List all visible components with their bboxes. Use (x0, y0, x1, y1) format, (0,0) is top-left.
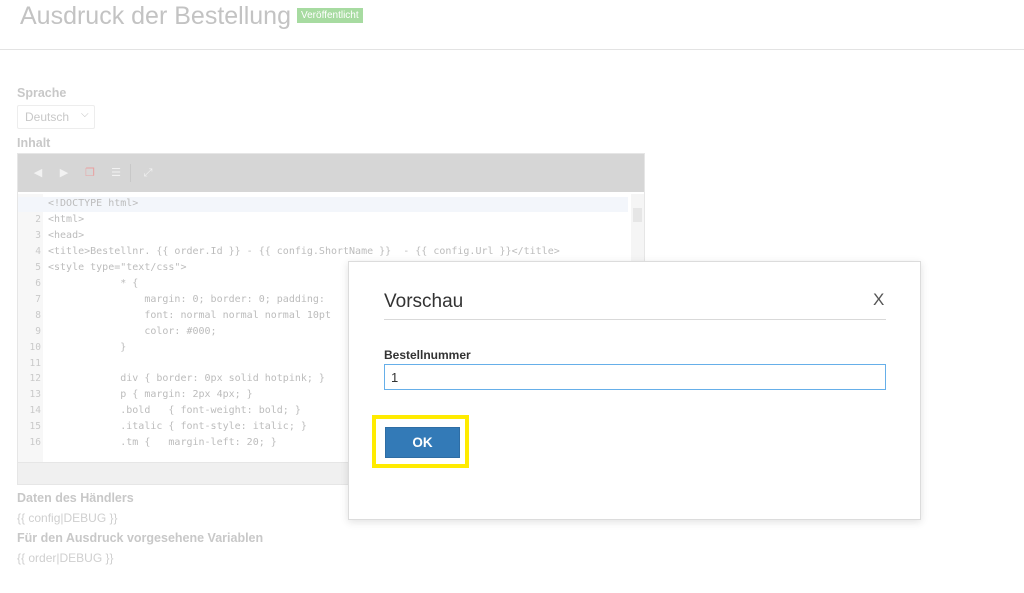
scrollbar-thumb[interactable] (633, 208, 642, 222)
order-number-input[interactable] (384, 364, 886, 390)
redo-icon[interactable]: ▶ (54, 163, 74, 183)
line-number: 2 (35, 213, 41, 225)
code-line: <html> (48, 213, 85, 225)
code-line: .italic { font-style: italic; } (48, 421, 307, 433)
code-line: p { margin: 2px 4px; } (48, 389, 253, 401)
line-number: 8 (35, 309, 41, 321)
code-line: font: normal normal normal 10pt (48, 309, 331, 321)
line-number: 15 (29, 421, 41, 433)
code-line: color: #000; (48, 325, 217, 337)
dealer-data-value: {{ config|DEBUG }} (17, 511, 118, 525)
line-number: 3 (35, 229, 41, 241)
line-number: 16 (29, 437, 41, 449)
language-label: Sprache (17, 86, 67, 100)
modal-divider (384, 319, 886, 320)
code-line: } (48, 341, 127, 353)
line-number: 5 (35, 261, 41, 273)
line-number: 9 (35, 325, 41, 337)
editor-toolbar: ◀ ▶ ❐ ☰ ⤢ (18, 154, 644, 192)
code-line: <style type="text/css"> (48, 261, 187, 273)
fullscreen-icon[interactable]: ⤢ (138, 163, 158, 183)
status-badge: Veröffentlicht (297, 8, 363, 23)
code-line: <title>Bestellnr. {{ order.Id }} - {{ co… (48, 245, 560, 257)
line-number: 4 (35, 245, 41, 257)
code-line: margin: 0; border: 0; padding: (48, 293, 325, 305)
line-gutter: 12345678910111213141516 (18, 194, 43, 462)
print-variables-label: Für den Ausdruck vorgesehene Variablen (17, 531, 264, 545)
line-number: 12 (29, 373, 41, 385)
code-line: * { (48, 277, 139, 289)
undo-icon[interactable]: ◀ (28, 163, 48, 183)
line-number: 7 (35, 293, 41, 305)
code-line: <!DOCTYPE html> (48, 198, 139, 209)
close-icon[interactable]: X (873, 290, 884, 310)
line-number: 10 (29, 341, 41, 353)
preview-icon[interactable]: ❐ (80, 163, 100, 183)
format-icon[interactable]: ☰ (106, 163, 126, 183)
code-line: .bold { font-weight: bold; } (48, 405, 301, 417)
line-number: 14 (29, 405, 41, 417)
page-title: Ausdruck der Bestellung (20, 2, 291, 30)
line-number: 11 (29, 357, 41, 369)
modal-title: Vorschau (384, 291, 464, 312)
dealer-data-label: Daten des Händlers (17, 491, 134, 505)
chevron-down-icon: ⌵ (81, 109, 89, 120)
code-line: div { border: 0px solid hotpink; } (48, 373, 325, 385)
language-select-value: Deutsch (25, 110, 70, 124)
toolbar-divider (130, 164, 131, 182)
page-header: Ausdruck der Bestellung Veröffentlicht (0, 0, 1024, 50)
line-number: 6 (35, 277, 41, 289)
order-number-label: Bestellnummer (384, 348, 471, 362)
line-number: 13 (29, 389, 41, 401)
code-line: .tm { margin-left: 20; } (48, 437, 277, 449)
print-variables-value: {{ order|DEBUG }} (17, 551, 114, 565)
preview-modal: Vorschau X Bestellnummer OK (348, 261, 921, 520)
code-line: <head> (48, 229, 85, 241)
ok-button[interactable]: OK (385, 427, 460, 458)
content-label: Inhalt (17, 136, 51, 150)
language-select[interactable]: Deutsch ⌵ (17, 105, 95, 129)
